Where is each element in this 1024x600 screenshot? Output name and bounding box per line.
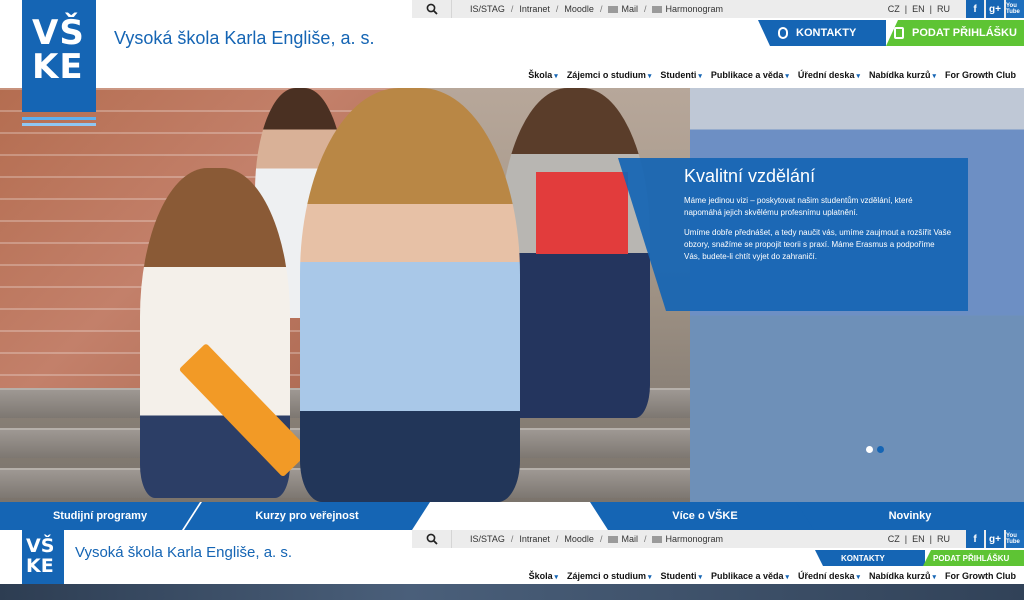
nav-item-publikace[interactable]: Publikace a věda ▾: [711, 571, 789, 581]
nav-item-nabidka-kurzu[interactable]: Nabídka kurzů ▾: [869, 70, 936, 80]
slide-caption: Kvalitní vzdělání Máme jedinou vizi – po…: [618, 158, 968, 311]
nav-item-uredni-deska[interactable]: Úřední deska ▾: [798, 70, 860, 80]
search-button[interactable]: [412, 530, 452, 548]
kontakty-button[interactable]: KONTAKTY: [815, 550, 925, 566]
util-link-isstag[interactable]: IS/STAG: [470, 534, 505, 544]
search-icon: [426, 3, 438, 15]
slide-text: Umíme dobře přednášet, a tedy naučit vás…: [684, 228, 952, 261]
main-nav: Škola ▾ Zájemci o studium ▾ Studenti ▾ P…: [529, 571, 1016, 581]
main-nav: Škola ▾ Zájemci o studium ▾ Studenti ▾ Publ…: [528, 70, 1016, 80]
quicklink-kurzy[interactable]: Kurzy pro veřejnost: [184, 502, 430, 530]
chevron-down-icon: ▾: [932, 73, 936, 80]
chevron-down-icon: ▾: [854, 574, 861, 581]
chevron-down-icon: ▾: [785, 73, 789, 80]
phone-icon: [778, 27, 788, 39]
youtube-icon[interactable]: You Tube: [1006, 0, 1024, 18]
lang-en[interactable]: EN: [912, 534, 925, 544]
util-link-moodle[interactable]: Moodle: [564, 534, 594, 544]
chevron-down-icon: ▾: [783, 574, 790, 581]
mail-icon: [608, 536, 619, 543]
googleplus-icon[interactable]: g+: [986, 530, 1004, 548]
chevron-down-icon: ▾: [647, 73, 652, 80]
mail-icon: [608, 6, 619, 13]
facebook-icon[interactable]: f: [966, 530, 984, 548]
nav-item-skola[interactable]: Škola ▾: [528, 70, 558, 80]
chevron-down-icon: ▾: [698, 73, 702, 80]
chevron-down-icon: ▾: [856, 73, 860, 80]
school-name-link[interactable]: Vysoká škola Karla Engliše, a. s.: [75, 544, 292, 561]
lang-cz[interactable]: CZ: [888, 534, 900, 544]
lang-ru[interactable]: RU: [937, 534, 950, 544]
logo-stripe: [22, 123, 96, 126]
calendar-icon: [652, 6, 663, 13]
util-link-isstag[interactable]: IS/STAG: [470, 4, 505, 14]
googleplus-icon[interactable]: g+: [986, 0, 1004, 18]
nav-item-zajemci[interactable]: Zájemci o studium ▾: [567, 571, 651, 581]
social-links: f g+ You Tube: [966, 0, 1024, 18]
quicklink-novinky[interactable]: Novinky: [796, 502, 1024, 530]
kontakty-button[interactable]: KONTAKTY: [758, 20, 886, 46]
chevron-down-icon: ▾: [552, 574, 559, 581]
util-link-intranet[interactable]: Intranet: [519, 4, 550, 14]
logo-stripe: [22, 117, 96, 120]
slider-dots: [866, 446, 884, 453]
utility-links: IS/STAG / Intranet / Moodle / Mail / Harmono…: [470, 4, 724, 14]
hero-slider: Kvalitní vzdělání Máme jedinou vizi – po…: [0, 88, 1024, 502]
facebook-icon[interactable]: f: [966, 0, 984, 18]
slider-dot-active[interactable]: [877, 446, 884, 453]
language-switcher: CZ | EN | RU: [887, 4, 950, 14]
nav-item-studenti[interactable]: Studenti ▾: [660, 70, 702, 80]
util-link-moodle[interactable]: Moodle: [564, 4, 594, 14]
lang-en[interactable]: EN: [912, 4, 925, 14]
scroll-down-icon[interactable]: [478, 502, 548, 526]
nav-item-growth-club[interactable]: For Growth Club: [945, 70, 1016, 80]
utility-bar: IS/STAG / Intranet / Moodle / Mail / Harmono…: [412, 0, 1024, 18]
nav-item-uredni-deska[interactable]: Úřední deska ▾: [798, 571, 860, 581]
search-icon: [426, 533, 438, 545]
chevron-down-icon: ▾: [696, 574, 702, 581]
util-link-harmonogram[interactable]: Harmonogram: [652, 4, 723, 14]
util-link-mail[interactable]: Mail: [608, 4, 638, 14]
util-link-mail[interactable]: Mail: [608, 534, 638, 544]
social-links: f g+ You Tube: [966, 530, 1024, 548]
chevron-down-icon: ▾: [646, 574, 652, 581]
form-icon: [894, 27, 904, 39]
language-switcher: CZ | EN | RU: [887, 534, 950, 544]
school-name-link[interactable]: Vysoká škola Karla Engliše, a. s.: [114, 28, 374, 49]
logo-line-2: KE: [32, 47, 84, 87]
site-header: VŠ KE Vysoká škola Karla Engliše, a. s. …: [0, 0, 1024, 126]
nav-item-zajemci[interactable]: Zájemci o studium ▾: [567, 70, 652, 80]
util-link-harmonogram[interactable]: Harmonogram: [652, 534, 723, 544]
lang-cz[interactable]: CZ: [888, 4, 900, 14]
calendar-icon: [652, 536, 663, 543]
nav-item-studenti[interactable]: Studenti ▾: [661, 571, 702, 581]
utility-bar: IS/STAG / Intranet / Moodle / Mail / Harmono…: [412, 530, 1024, 548]
podat-prihlasku-button[interactable]: PODAT PŘIHLÁŠKU: [923, 550, 1024, 566]
nav-item-growth-club[interactable]: For Growth Club: [945, 571, 1016, 581]
slide-text: Máme jedinou vizi – poskytovat našim stu…: [684, 196, 913, 217]
chevron-down-icon: ▾: [930, 574, 936, 581]
chevron-down-icon: ▾: [554, 73, 558, 80]
util-link-intranet[interactable]: Intranet: [519, 534, 550, 544]
podat-prihlasku-button[interactable]: PODAT PŘIHLÁŠKU: [886, 20, 1024, 46]
nav-item-publikace[interactable]: Publikace a věda ▾: [711, 70, 789, 80]
nav-item-skola[interactable]: Škola ▾: [529, 571, 558, 581]
hero-photo-student: [300, 88, 520, 502]
quicklink-vice-o-vske[interactable]: Více o VŠKE: [590, 502, 820, 530]
slide-title: Kvalitní vzdělání: [684, 166, 816, 186]
lang-ru[interactable]: RU: [937, 4, 950, 14]
vske-logo[interactable]: VŠ KE: [22, 0, 96, 126]
slider-dot[interactable]: [866, 446, 873, 453]
hero-photo-strip: [0, 584, 1024, 600]
logo-line-1: VŠ: [32, 13, 85, 53]
search-button[interactable]: [412, 0, 452, 18]
youtube-icon[interactable]: You Tube: [1006, 530, 1024, 548]
quicklink-studijni-programy[interactable]: Studijní programy: [0, 502, 200, 530]
nav-item-nabidka-kurzu[interactable]: Nabídka kurzů ▾: [869, 571, 936, 581]
